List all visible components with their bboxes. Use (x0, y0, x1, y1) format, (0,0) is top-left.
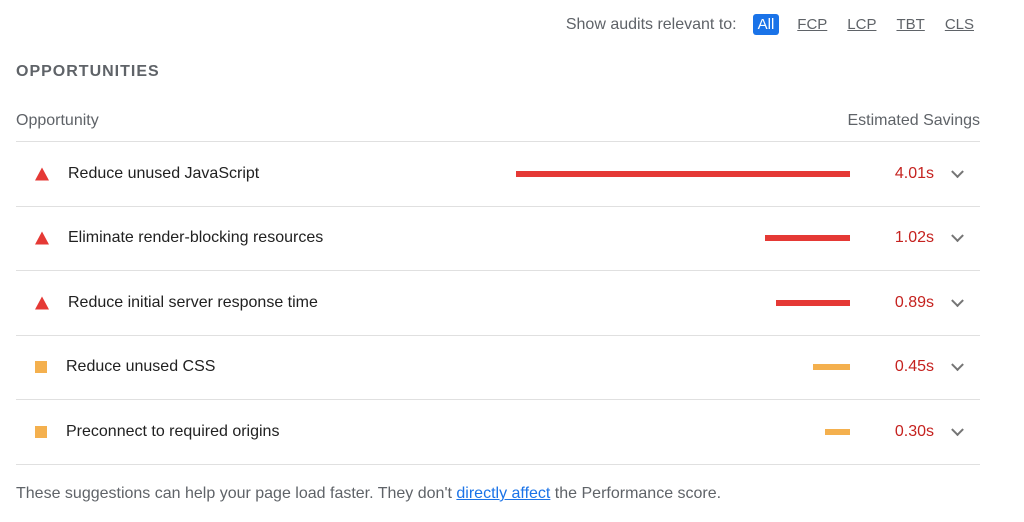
audit-title: Reduce unused JavaScript (68, 164, 260, 182)
filter-chip-fcp[interactable]: FCP (795, 14, 829, 35)
chevron-down-icon[interactable] (951, 358, 964, 372)
red-triangle-icon (35, 167, 49, 181)
savings-bar (775, 299, 850, 306)
directly-affect-link[interactable]: directly affect (456, 485, 550, 502)
savings-bar-track (516, 428, 850, 435)
audit-title: Reduce unused CSS (66, 358, 216, 376)
audit-row-eliminate-render-blocking[interactable]: Eliminate render-blocking resources 1.02… (16, 207, 980, 271)
chevron-down-icon[interactable] (951, 423, 964, 436)
savings-bar-track (516, 299, 850, 306)
chevron-down-icon[interactable] (951, 294, 964, 307)
savings-bar-track (516, 364, 850, 371)
audit-list: Reduce unused JavaScript 4.01s Eliminate… (16, 141, 980, 465)
column-header-savings: Estimated Savings (847, 112, 980, 129)
filter-chip-cls[interactable]: CLS (943, 14, 976, 35)
orange-square-icon (35, 361, 47, 374)
savings-bar (824, 428, 850, 435)
savings-value: 0.45s (894, 358, 934, 376)
footnote-text-before: These suggestions can help your page loa… (16, 485, 457, 502)
audit-title: Eliminate render-blocking resources (68, 229, 324, 247)
red-triangle-icon (35, 296, 49, 310)
savings-value: 4.01s (894, 164, 934, 182)
audit-filter-bar: Show audits relevant to: All FCP LCP TBT… (566, 14, 976, 35)
red-triangle-icon (35, 231, 49, 245)
column-header-opportunity: Opportunity (16, 112, 99, 129)
filter-label: Show audits relevant to: (565, 15, 737, 33)
chevron-down-icon[interactable] (951, 229, 964, 243)
audit-row-reduce-unused-javascript[interactable]: Reduce unused JavaScript 4.01s (16, 142, 980, 207)
savings-bar-track (516, 235, 850, 242)
audit-row-reduce-unused-css[interactable]: Reduce unused CSS 0.45s (16, 336, 980, 400)
savings-value: 1.02s (894, 229, 934, 247)
audit-title: Reduce initial server response time (68, 293, 318, 311)
savings-bar (516, 170, 850, 177)
savings-bar-track (516, 170, 850, 177)
orange-square-icon (35, 425, 47, 438)
section-title: OPPORTUNITIES (16, 63, 160, 80)
audit-row-preconnect-origins[interactable]: Preconnect to required origins 0.30s (16, 400, 980, 465)
footnote-text-after: the Performance score. (550, 485, 722, 502)
savings-value: 0.89s (894, 293, 934, 311)
chevron-down-icon[interactable] (951, 165, 964, 178)
savings-bar (812, 364, 850, 371)
savings-bar (765, 235, 850, 242)
audit-title: Preconnect to required origins (66, 422, 280, 440)
footnote: These suggestions can help your page loa… (16, 485, 721, 503)
filter-chip-all[interactable]: All (752, 14, 780, 35)
audit-row-server-response-time[interactable]: Reduce initial server response time 0.89… (16, 271, 980, 336)
table-header: Opportunity Estimated Savings (16, 112, 980, 130)
filter-chip-lcp[interactable]: LCP (845, 14, 878, 35)
lighthouse-opportunities-panel: Show audits relevant to: All FCP LCP TBT… (0, 0, 1024, 522)
savings-value: 0.30s (894, 422, 934, 440)
filter-chip-tbt[interactable]: TBT (894, 14, 926, 35)
